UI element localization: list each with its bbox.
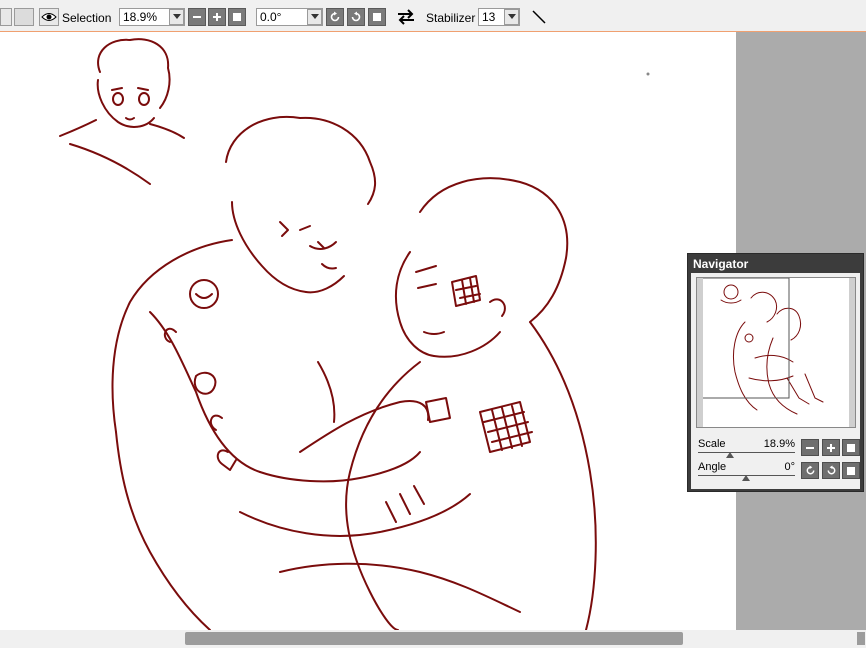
stop-icon — [233, 13, 241, 21]
scale-label: Scale — [698, 438, 726, 450]
flip-icon[interactable] — [396, 8, 416, 26]
toolbar: Selection 18.9% 0.0° Stabilizer 13 — [0, 0, 866, 32]
angle-slider-handle[interactable] — [742, 475, 750, 481]
plus-icon — [213, 13, 221, 21]
angle-label: Angle — [698, 461, 727, 473]
scale-plus-button[interactable] — [822, 439, 840, 456]
stop-icon — [847, 466, 855, 475]
zoom-select[interactable]: 18.9% — [119, 8, 185, 26]
dropdown-arrow-icon[interactable] — [307, 9, 322, 25]
scale-slider-handle[interactable] — [726, 452, 734, 458]
rotate-ccw-icon — [330, 11, 340, 22]
zoom-value: 18.9% — [123, 10, 158, 24]
navigator-viewport — [697, 278, 790, 399]
rotate-reset-button[interactable] — [368, 8, 386, 26]
navigator-body: Scale 18.9% Angle 0° — [691, 273, 860, 489]
dropdown-arrow-icon[interactable] — [504, 9, 519, 25]
selection-label: Selection — [62, 11, 112, 25]
scrollbar-thumb[interactable] — [185, 632, 683, 645]
navigator-angle-value: 0° — [784, 461, 795, 473]
eye-icon[interactable] — [39, 8, 59, 26]
plus-icon — [827, 443, 835, 452]
angle-select[interactable]: 0.0° — [256, 8, 323, 26]
navigator-panel: Navigator Scale 18.9% Angle 0° — [687, 253, 864, 492]
navigator-title: Navigator — [693, 257, 749, 271]
rotate-cw-button[interactable] — [347, 8, 365, 26]
stabilizer-select[interactable]: 13 — [478, 8, 520, 26]
drawing-canvas[interactable] — [0, 32, 736, 630]
minus-icon — [806, 446, 814, 449]
navigator-rotate-cw-button[interactable] — [822, 462, 840, 479]
canvas-speck — [646, 72, 650, 76]
rotate-cw-icon — [827, 465, 835, 475]
stabilizer-value: 13 — [482, 10, 496, 24]
rotate-ccw-button[interactable] — [326, 8, 344, 26]
minus-icon — [193, 16, 201, 18]
rotate-cw-icon — [351, 11, 361, 22]
navigator-rotate-ccw-button[interactable] — [801, 462, 819, 479]
sketch-artwork — [59, 38, 650, 630]
zoom-reset-button[interactable] — [228, 8, 246, 26]
horizontal-scrollbar[interactable] — [0, 630, 866, 648]
stabilizer-label: Stabilizer — [426, 11, 476, 25]
scrollbar-end-button[interactable] — [857, 632, 865, 645]
navigator-rotate-reset-button[interactable] — [842, 462, 860, 479]
navigator-preview[interactable] — [696, 277, 856, 428]
dropdown-arrow-icon[interactable] — [169, 9, 184, 25]
rotate-ccw-icon — [806, 465, 814, 475]
zoom-out-button[interactable] — [188, 8, 206, 26]
zoom-in-button[interactable] — [208, 8, 226, 26]
stop-icon — [847, 443, 855, 452]
scale-minus-button[interactable] — [801, 439, 819, 456]
stop-icon — [373, 13, 381, 21]
scale-slider[interactable] — [698, 452, 795, 453]
scale-value: 18.9% — [763, 438, 795, 450]
toolbar-disabled-button[interactable] — [14, 8, 34, 26]
toolbar-left-button[interactable] — [0, 8, 12, 26]
line-tool-icon[interactable] — [530, 8, 548, 26]
angle-value: 0.0° — [260, 10, 282, 24]
scale-reset-button[interactable] — [842, 439, 860, 456]
